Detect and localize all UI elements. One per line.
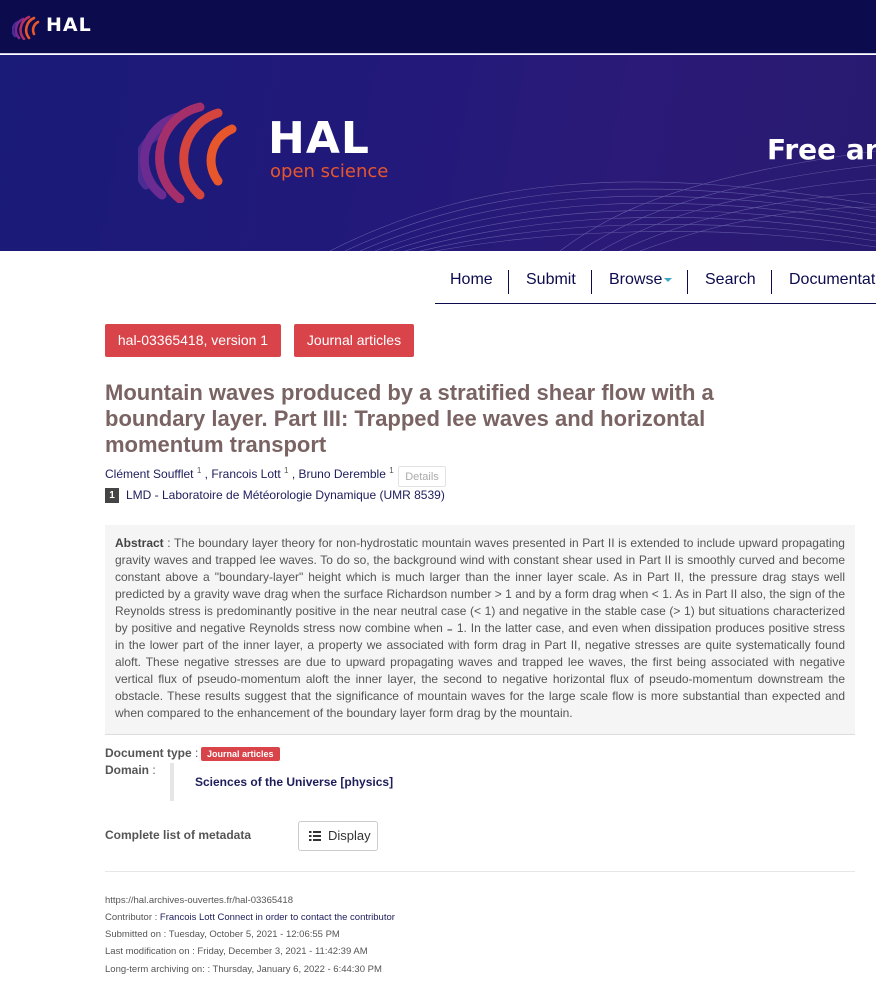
article-title: Mountain waves produced by a stratified … <box>105 380 714 457</box>
hal-logo-icon[interactable] <box>12 14 40 40</box>
nav-browse-label: Browse <box>609 271 663 288</box>
affiliation-number: 1 <box>105 488 119 503</box>
banner-tagline: Free and <box>767 133 876 166</box>
nav-divider <box>508 270 509 294</box>
divider <box>105 871 855 872</box>
author-link[interactable]: Francois Lott <box>211 467 280 481</box>
contributor-name-link[interactable]: Francois Lott <box>160 912 215 923</box>
topbar-logo-text[interactable]: HAL <box>46 14 92 36</box>
abstract-text: The boundary layer theory for non-hydros… <box>115 536 845 720</box>
abstract-box: Abstract : The boundary layer theory for… <box>105 525 855 735</box>
domain-quote-bar <box>170 763 174 801</box>
author-affiliation-ref: 1 <box>389 466 394 475</box>
contributor-label: Contributor : <box>105 912 158 923</box>
domain-label: Domain <box>105 763 150 777</box>
author-link[interactable]: Clément Soufflet <box>105 467 194 481</box>
author-separator: , <box>291 467 299 481</box>
permalink[interactable]: https://hal.archives-ouvertes.fr/hal-033… <box>105 895 293 906</box>
nav-browse[interactable]: Browse <box>609 271 673 289</box>
banner-wave-pattern <box>329 150 876 251</box>
nav-search[interactable]: Search <box>705 271 756 289</box>
last-modification-date: Last modification on : Friday, December … <box>105 946 368 957</box>
hero-banner: HAL open science Free and <box>0 55 876 251</box>
contributor-row: Contributor : Francois Lott Connect in o… <box>105 912 395 923</box>
hal-open-science-logo-icon <box>138 102 237 203</box>
submitted-date: Submitted on : Tuesday, October 5, 2021 … <box>105 929 340 940</box>
doc-type-row: Document type : <box>105 746 199 760</box>
complete-metadata-label: Complete list of metadata <box>105 828 252 842</box>
author-link[interactable]: Bruno Deremble <box>299 467 386 481</box>
domain-row: Domain : <box>105 763 156 777</box>
nav-divider <box>687 270 688 294</box>
main-nav: Home Submit Browse Search Documentation <box>435 262 876 304</box>
abstract-label: Abstract <box>115 536 164 550</box>
display-button-label: Display <box>328 828 371 843</box>
author-affiliation-ref: 1 <box>196 466 202 475</box>
caret-down-icon <box>664 277 673 282</box>
banner-logo-title: HAL <box>268 113 370 164</box>
contact-contributor-link[interactable]: Connect in order to contact the contribu… <box>217 912 394 923</box>
doc-type-value-badge[interactable]: Journal articles <box>201 747 280 761</box>
banner-logo-subtitle: open science <box>270 161 389 182</box>
details-button[interactable]: Details <box>398 466 446 487</box>
author-list: Clément Soufflet 1 , Francois Lott 1 , B… <box>105 466 394 481</box>
author-affiliation-ref: 1 <box>284 466 289 475</box>
nav-submit[interactable]: Submit <box>526 271 576 289</box>
display-metadata-button[interactable]: Display <box>298 821 378 851</box>
nav-home[interactable]: Home <box>450 271 493 289</box>
nav-divider <box>771 270 772 294</box>
list-icon <box>309 831 321 841</box>
domain-value-link[interactable]: Sciences of the Universe [physics] <box>195 775 393 789</box>
nav-documentation[interactable]: Documentation <box>789 271 876 289</box>
doc-type-label: Document type <box>105 746 192 760</box>
top-bar: HAL <box>0 0 876 54</box>
nav-divider <box>591 270 592 294</box>
doc-type-badge[interactable]: Journal articles <box>294 324 414 357</box>
archiving-date: Long-term archiving on: : Thursday, Janu… <box>105 964 382 975</box>
version-badge[interactable]: hal-03365418, version 1 <box>105 324 281 357</box>
affiliation-link[interactable]: LMD - Laboratoire de Météorologie Dynami… <box>126 488 445 502</box>
